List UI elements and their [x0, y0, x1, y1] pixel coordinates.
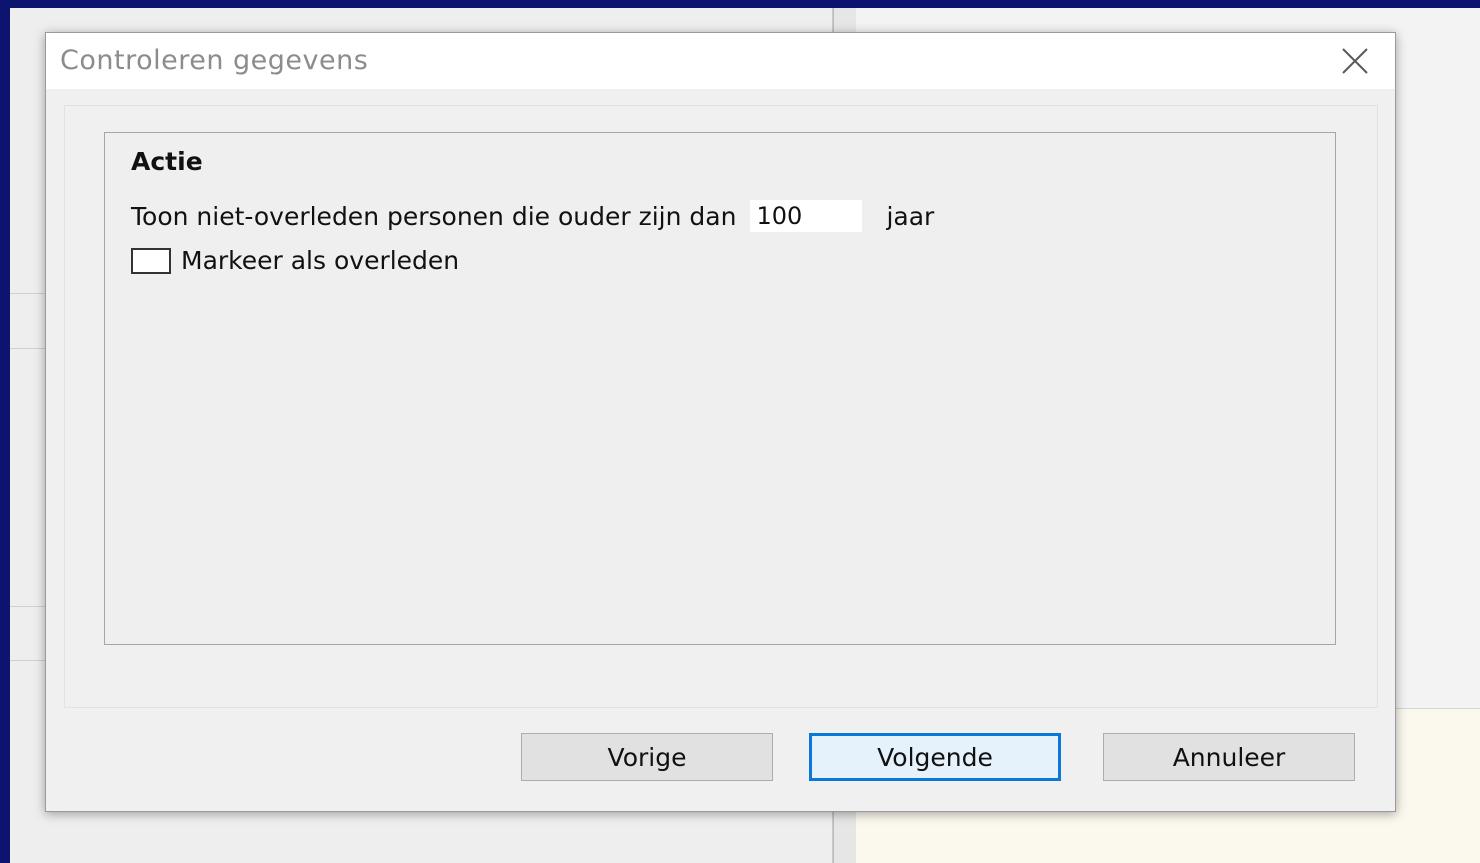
close-button[interactable] [1333, 41, 1377, 81]
background-divider [10, 348, 46, 349]
action-groupbox: Actie Toon niet-overleden personen die o… [104, 132, 1336, 645]
content-panel: Actie Toon niet-overleden personen die o… [64, 105, 1378, 708]
dialog-title: Controleren gegevens [60, 45, 369, 76]
check-data-dialog: Controleren gegevens Actie Toon niet-ove… [45, 32, 1396, 812]
close-icon [1342, 48, 1368, 74]
dialog-titlebar[interactable]: Controleren gegevens [46, 33, 1395, 89]
mark-deceased-option[interactable]: Markeer als overleden [131, 246, 459, 275]
mark-deceased-label[interactable]: Markeer als overleden [181, 246, 459, 275]
age-threshold-row: Toon niet-overleden personen die ouder z… [131, 199, 934, 233]
background-divider [10, 606, 46, 607]
background-divider [10, 293, 46, 294]
age-unit-label: jaar [886, 201, 935, 231]
next-button[interactable]: Volgende [809, 733, 1061, 781]
age-threshold-label: Toon niet-overleden personen die ouder z… [131, 201, 737, 231]
cancel-button[interactable]: Annuleer [1103, 733, 1355, 781]
groupbox-title: Actie [131, 147, 203, 176]
mark-deceased-checkbox[interactable] [131, 247, 171, 274]
age-threshold-input[interactable] [750, 200, 863, 232]
previous-button[interactable]: Vorige [521, 733, 773, 781]
background-divider [10, 660, 46, 661]
